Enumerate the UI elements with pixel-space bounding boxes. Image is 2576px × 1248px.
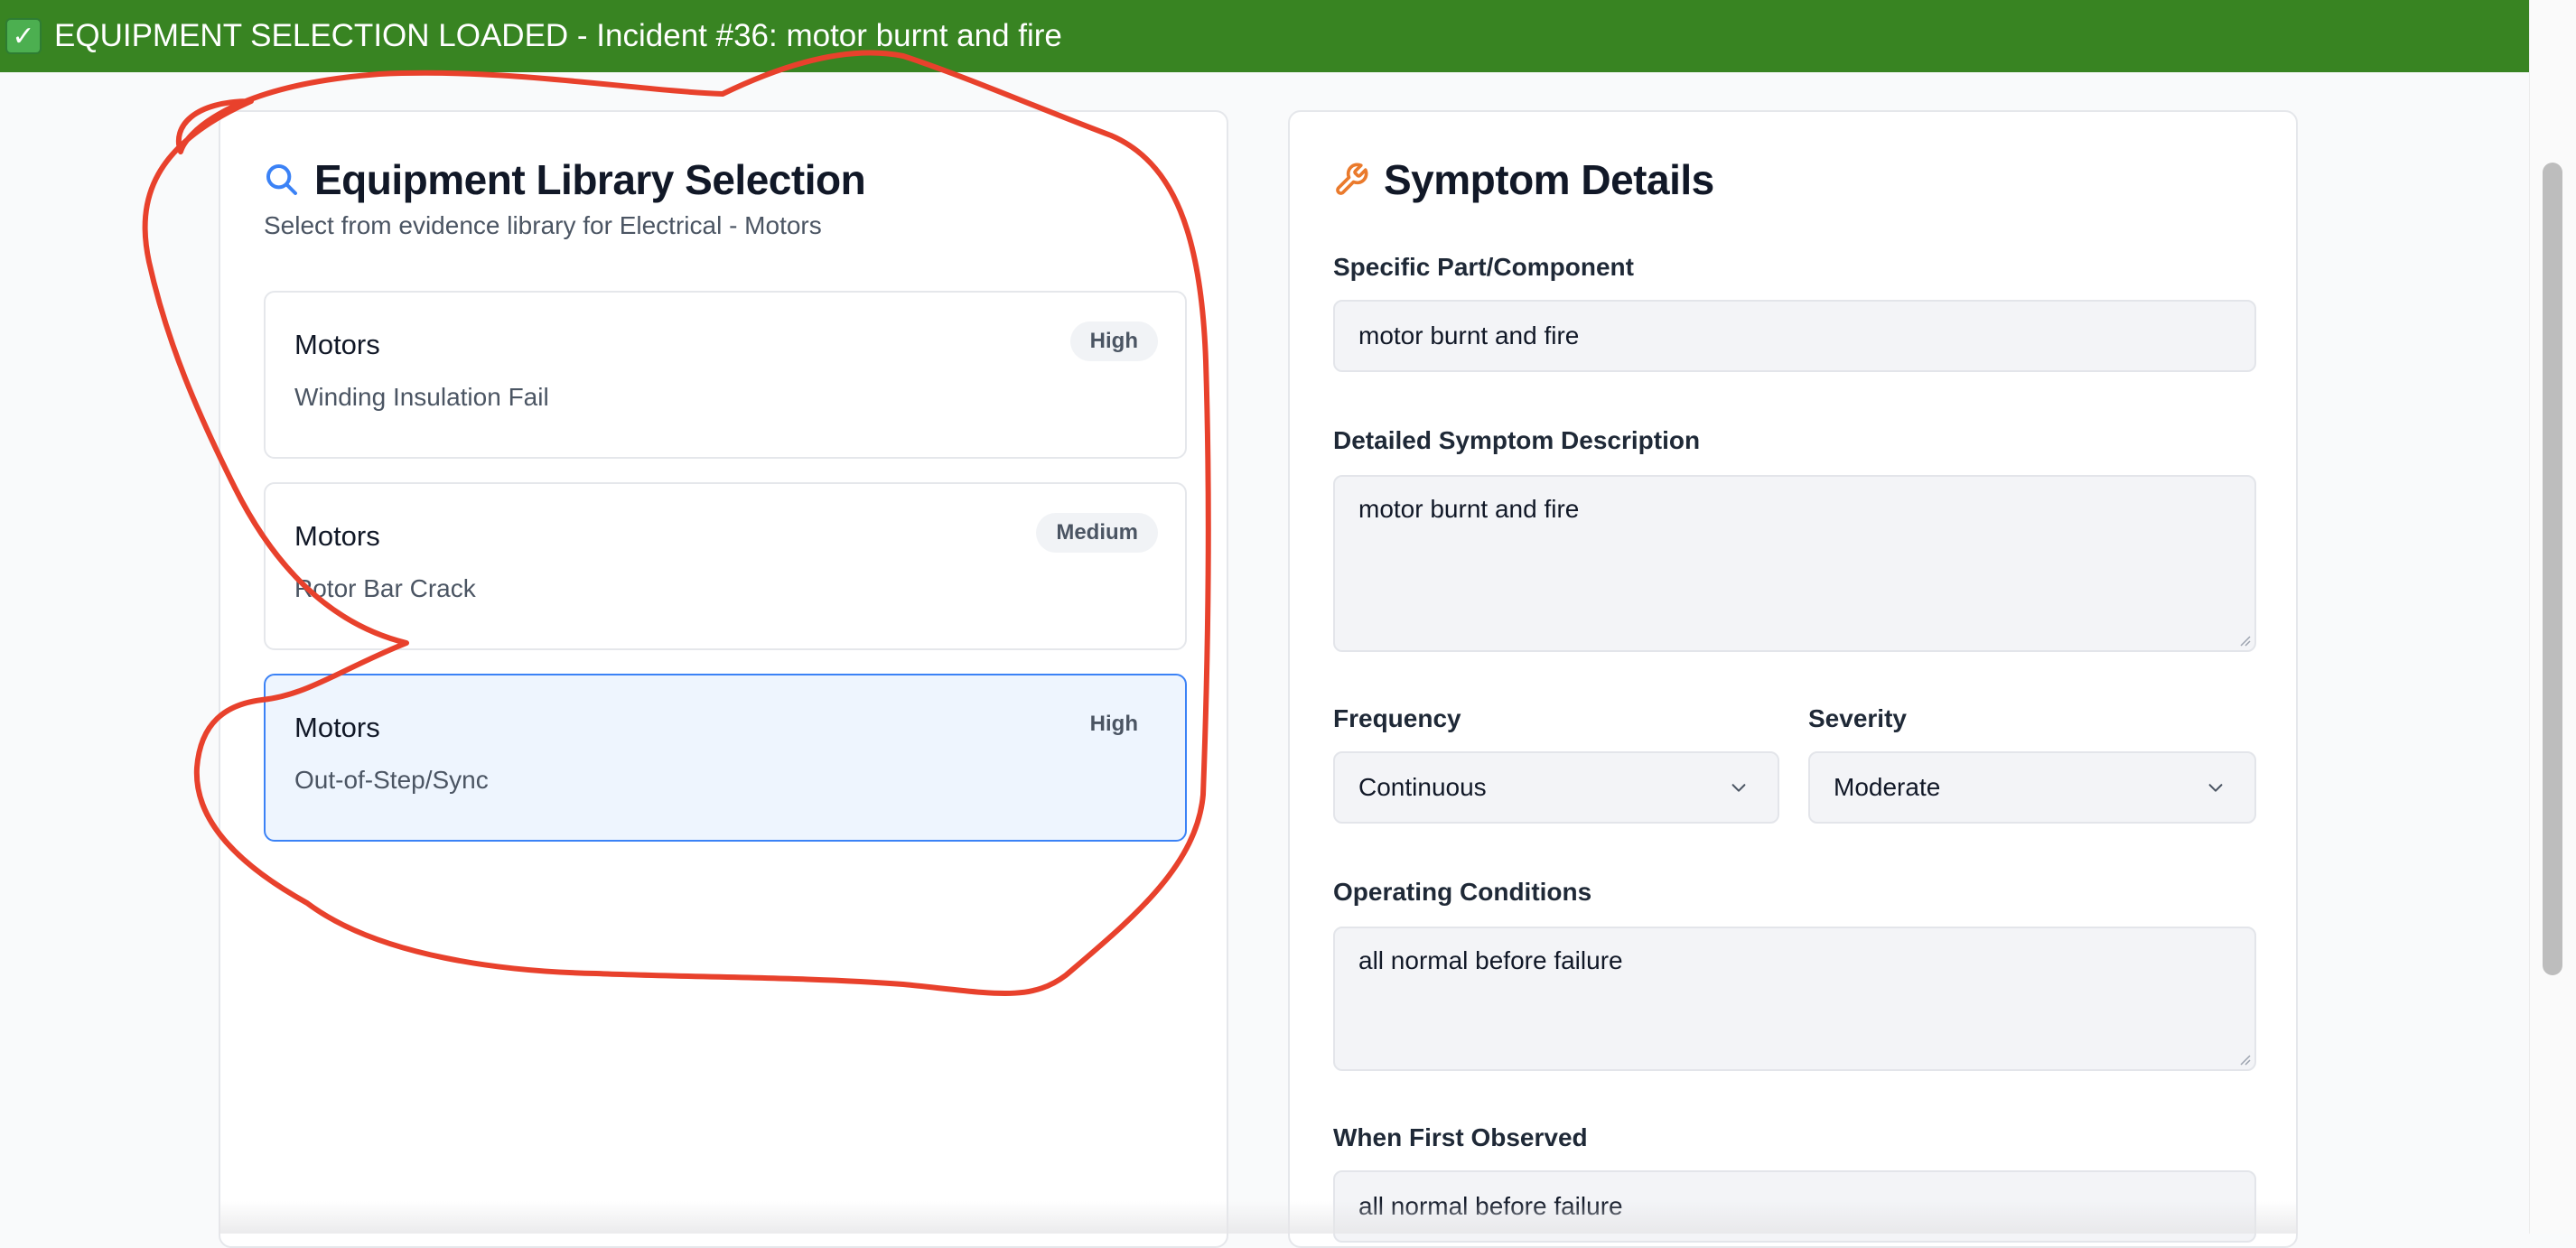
equipment-card-out-of-step[interactable]: Motors Out-of-Step/Sync High [264,674,1187,842]
status-banner: ✓ EQUIPMENT SELECTION LOADED - Incident … [0,0,2529,72]
library-title: Equipment Library Selection [264,155,866,204]
frequency-select[interactable]: Continuous [1333,751,1779,824]
check-icon: ✓ [5,18,42,54]
bottom-fade [219,1201,2298,1234]
symptom-title: Symptom Details [1333,155,1714,204]
library-subtitle: Select from evidence library for Electri… [264,211,822,239]
frequency-value: Continuous [1358,773,1487,801]
priority-badge: Medium [1036,513,1158,553]
equipment-name: Motors [294,520,380,552]
description-label: Detailed Symptom Description [1333,426,1701,454]
page-scrollbar[interactable] [2529,0,2576,1234]
equipment-card-winding[interactable]: Motors Winding Insulation Fail High [264,291,1187,459]
frequency-label: Frequency [1333,704,1461,732]
severity-value: Moderate [1834,773,1941,801]
conditions-value: all normal before failure [1358,946,1623,974]
scrollbar-thumb[interactable] [2543,163,2562,975]
severity-label: Severity [1808,704,1907,732]
severity-select[interactable]: Moderate [1808,751,2256,824]
chevron-down-icon [1731,784,1746,792]
library-title-text: Equipment Library Selection [314,156,866,203]
equipment-name: Motors [294,329,380,360]
equipment-library-panel: Equipment Library Selection Select from … [219,110,1228,1248]
conditions-label: Operating Conditions [1333,878,1592,906]
symptom-title-text: Symptom Details [1384,156,1714,203]
wrench-icon [1336,163,1368,195]
equipment-name: Motors [294,712,380,743]
equipment-description: Winding Insulation Fail [294,383,549,411]
equipment-card-rotor[interactable]: Motors Rotor Bar Crack Medium [264,482,1187,650]
part-label: Specific Part/Component [1333,253,1634,281]
resize-grip-icon[interactable] [2238,1053,2251,1066]
description-textarea[interactable]: motor burnt and fire [1333,475,2256,652]
priority-badge: High [1069,321,1158,361]
conditions-textarea[interactable]: all normal before failure [1333,927,2256,1071]
part-value: motor burnt and fire [1358,321,1580,349]
banner-text: EQUIPMENT SELECTION LOADED - Incident #3… [54,18,1062,53]
equipment-description: Rotor Bar Crack [294,574,476,602]
resize-grip-icon[interactable] [2238,634,2251,647]
first-observed-label: When First Observed [1333,1123,1588,1151]
part-input[interactable]: motor burnt and fire [1333,300,2256,372]
priority-badge: High [1089,712,1138,736]
search-icon [266,164,297,195]
equipment-description: Out-of-Step/Sync [294,766,489,794]
description-value: motor burnt and fire [1358,495,1580,523]
symptom-details-panel: Symptom Details Specific Part/Component … [1288,110,2298,1248]
chevron-down-icon [2208,784,2223,792]
